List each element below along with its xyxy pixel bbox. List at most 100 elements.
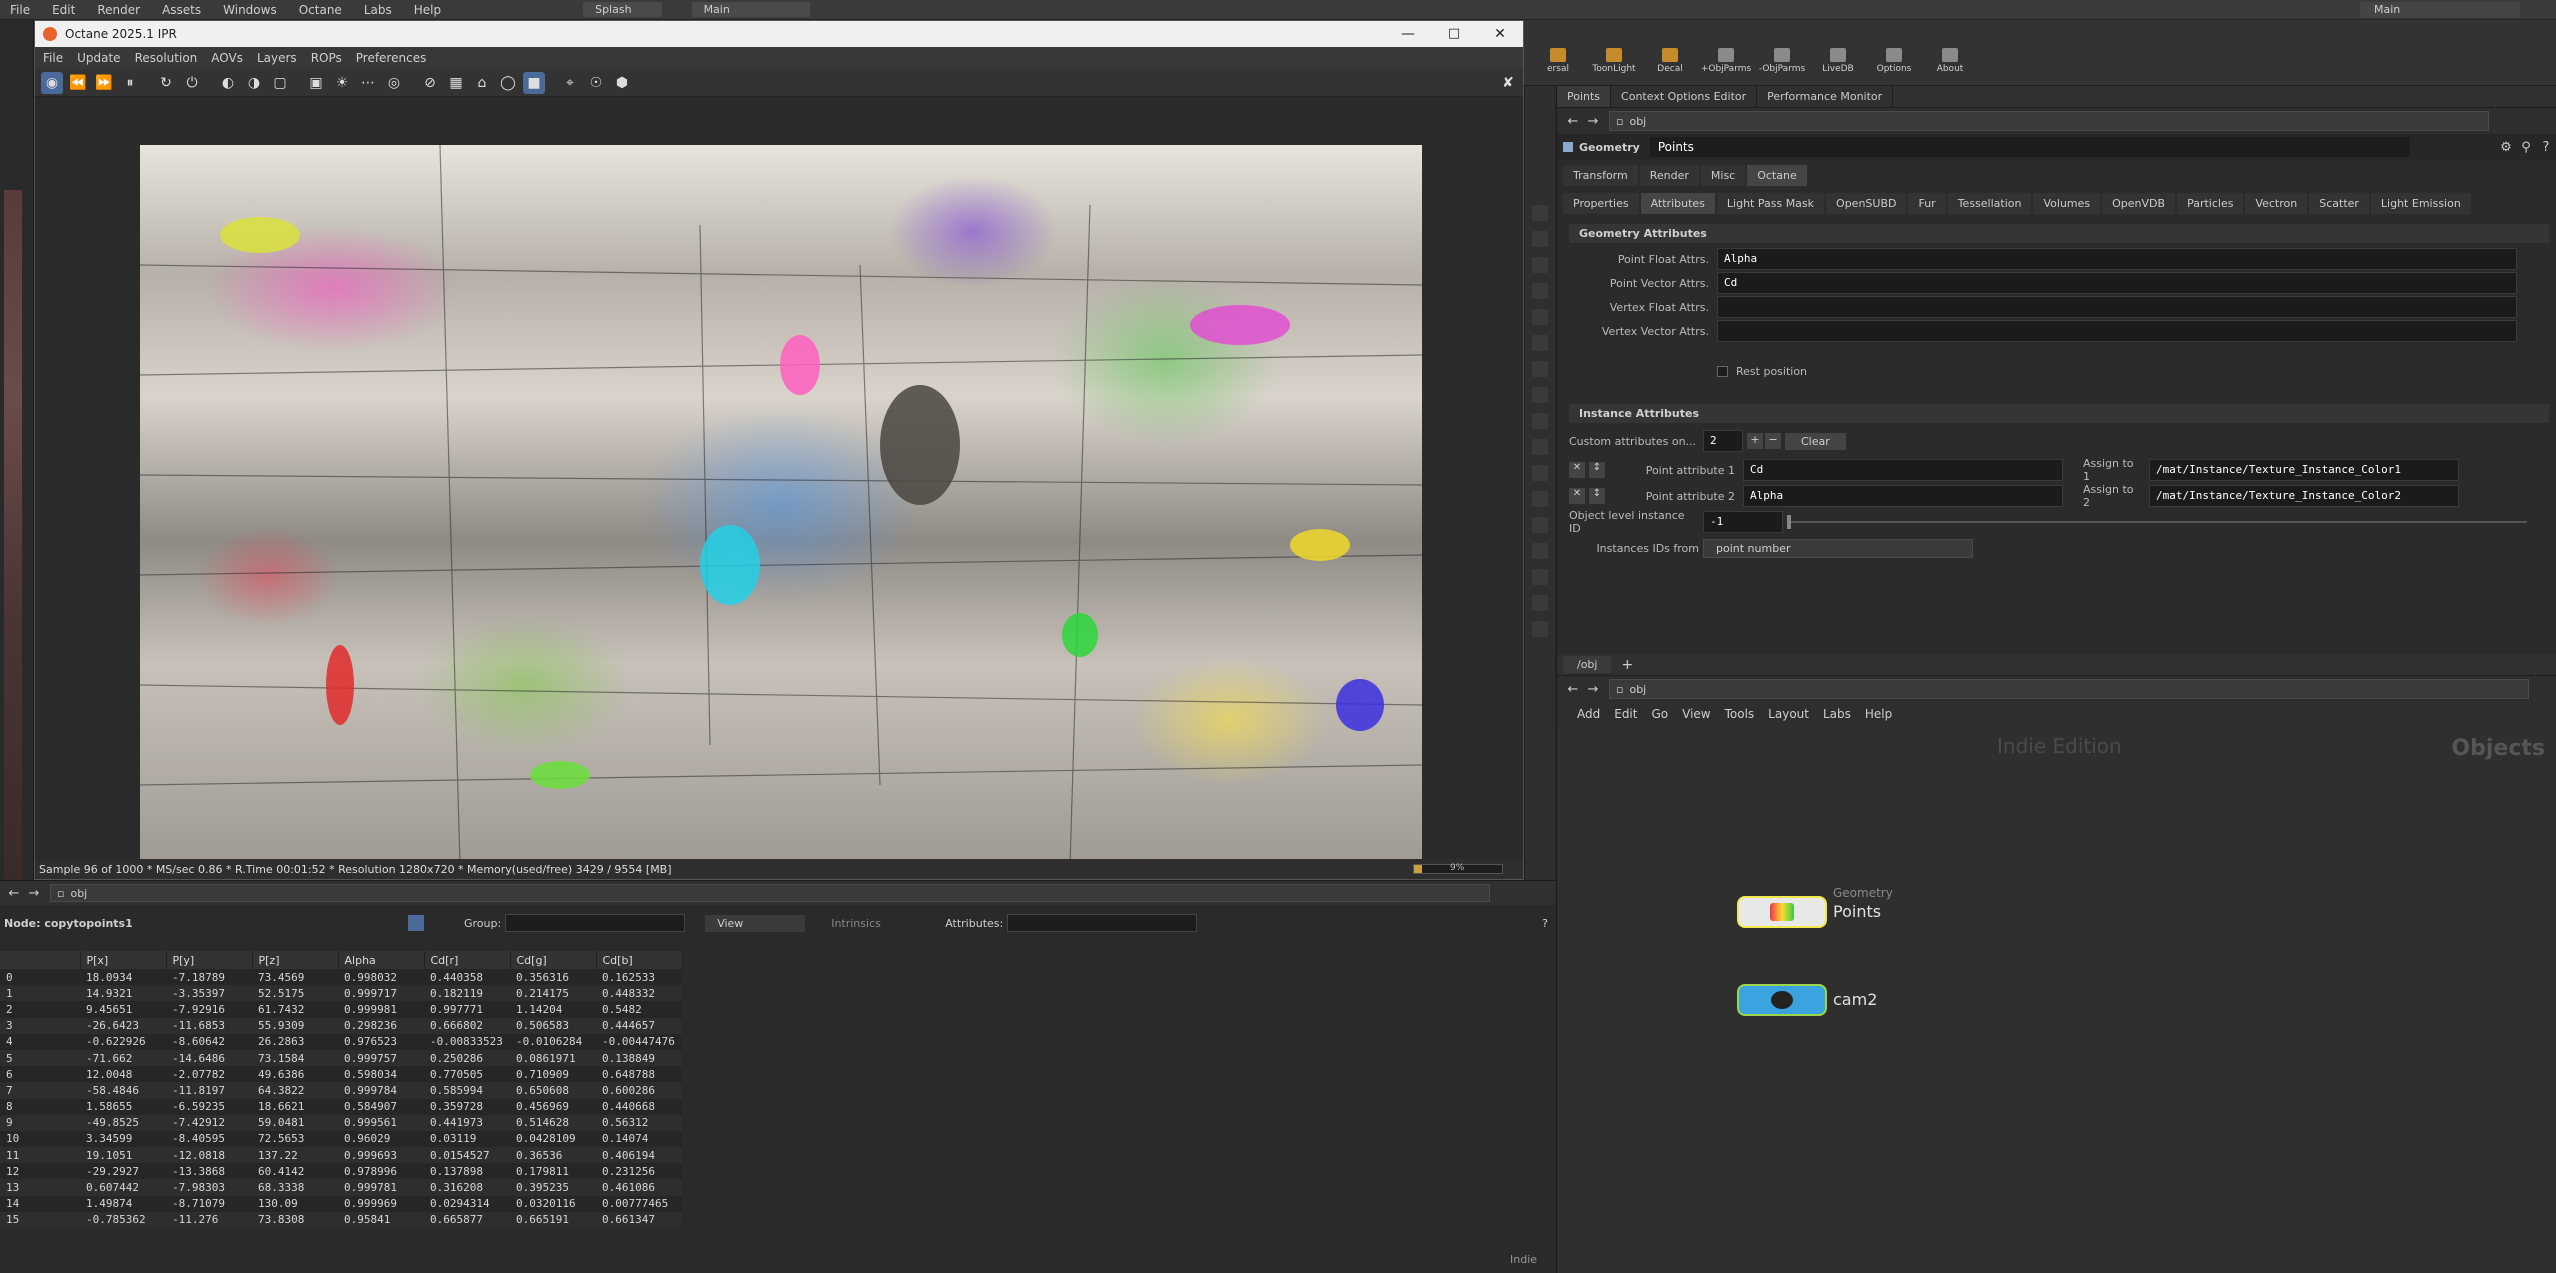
select-tool-icon[interactable] <box>1531 205 1548 221</box>
table-row[interactable]: 8 1.58655 -6.59235 18.6621 0.584907 0.359728 0… <box>0 1098 682 1115</box>
param-subtab-properties[interactable]: Properties <box>1563 192 1639 214</box>
ss-intrinsics-dropdown[interactable]: Intrinsics <box>825 915 935 932</box>
houdini-menu-file[interactable]: File <box>10 3 30 17</box>
handle-tool-icon[interactable] <box>1531 309 1548 325</box>
ss-column-header[interactable]: P[y] <box>166 951 253 969</box>
param-subtab-particles[interactable]: Particles <box>2177 192 2244 214</box>
close-icon[interactable]: ✕ <box>1477 26 1523 42</box>
param-subtab-fur[interactable]: Fur <box>1908 192 1946 214</box>
node-points[interactable]: Geometry Points <box>1737 886 1893 928</box>
houdini-menu-assets[interactable]: Assets <box>162 3 201 17</box>
houdini-menu-render[interactable]: Render <box>97 3 140 17</box>
search-icon[interactable]: ⚲ <box>2516 137 2536 157</box>
table-row[interactable]: 9 -49.8525 -7.42912 59.0481 0.999561 0.441973… <box>0 1114 682 1131</box>
assign-1-field[interactable]: /mat/Instance/Texture_Instance_Color1 <box>2149 459 2459 481</box>
channel-icon[interactable]: ◑ <box>243 72 265 94</box>
target-icon[interactable]: ◎ <box>383 72 405 94</box>
houdini-menu-octane[interactable]: Octane <box>299 3 342 17</box>
camera-tool-icon[interactable] <box>1531 387 1548 403</box>
ss-column-header[interactable]: Alpha <box>338 951 425 969</box>
ss-points-mode-icon[interactable] <box>408 915 424 931</box>
table-row[interactable]: 10 3.34599 -8.40595 72.5653 0.96029 0.03119 0.… <box>0 1130 682 1148</box>
ghost-icon[interactable] <box>1531 595 1548 611</box>
table-row[interactable]: 14 1.49874 -8.71079 130.09 0.999969 0.0294314… <box>0 1195 682 1212</box>
houdini-menu-labs[interactable]: Labs <box>364 3 392 17</box>
point-float-field[interactable]: Alpha <box>1717 248 2517 270</box>
pause-icon[interactable]: ⏸ <box>119 72 141 94</box>
move-tool-icon[interactable] <box>1531 231 1548 247</box>
light-tool-icon[interactable] <box>1531 335 1548 351</box>
shelf-tool-objparms[interactable]: -ObjParms <box>1754 48 1810 74</box>
pane-tab-points[interactable]: Points <box>1557 86 1612 107</box>
table-row[interactable]: 11 19.1051 -12.0818 137.22 0.999693 0.0154527… <box>0 1147 682 1164</box>
vertex-float-field[interactable] <box>1717 296 2517 318</box>
octane-menu-preferences[interactable]: Preferences <box>356 51 427 65</box>
forward-arrow-icon[interactable]: → <box>1583 111 1603 131</box>
no-icon[interactable]: ⊘ <box>419 72 441 94</box>
table-row[interactable]: 4 -0.622926 -8.60642 26.2863 0.976523 -0.0083… <box>0 1033 682 1050</box>
table-row[interactable]: 5 -71.662 -14.6486 73.1584 0.999757 0.250286 0… <box>0 1049 682 1067</box>
render-region-icon[interactable] <box>1531 439 1548 455</box>
add-tab-icon[interactable]: + <box>1621 657 1633 673</box>
table-row[interactable]: 15 -0.785362 -11.276 73.8308 0.95841 0.665877… <box>0 1211 682 1228</box>
param-subtab-vectron[interactable]: Vectron <box>2245 192 2308 214</box>
network-menu-labs[interactable]: Labs <box>1823 707 1851 721</box>
custom-attrs-field[interactable]: 2 <box>1703 430 1743 452</box>
table-row[interactable]: 2 9.45651 -7.92916 61.7432 0.999981 0.997771 1… <box>0 1001 682 1018</box>
ss-help-icon[interactable]: ? <box>1542 917 1548 930</box>
ss-attributes-field[interactable] <box>1007 914 1198 932</box>
shelf-tool-objparms[interactable]: +ObjParms <box>1698 48 1754 74</box>
table-row[interactable]: 1 14.9321 -3.35397 52.5175 0.999717 0.182119 0… <box>0 985 682 1002</box>
shelf-tool-toonlight[interactable]: ToonLight <box>1586 48 1642 74</box>
snap-tool-icon[interactable] <box>1531 361 1548 377</box>
table-row[interactable]: 0 18.0934 -7.18789 73.4569 0.998032 0.440358 0… <box>0 969 682 986</box>
octane-menu-layers[interactable]: Layers <box>257 51 297 65</box>
display-options-icon[interactable] <box>1531 543 1548 559</box>
forward-icon[interactable]: ⏩ <box>93 72 115 94</box>
param-subtab-attributes[interactable]: Attributes <box>1640 192 1715 214</box>
ss-back-icon[interactable]: ← <box>4 883 24 903</box>
table-row[interactable]: 12 -29.2927 -13.3868 60.4142 0.978996 0.13789… <box>0 1163 682 1180</box>
home-icon[interactable]: ⌂ <box>471 72 493 94</box>
view-cam-icon[interactable]: ◉ <box>41 71 63 94</box>
network-canvas[interactable]: Indie Edition Objects Geometry Points ca… <box>1557 726 2556 1273</box>
houdini-menu-edit[interactable]: Edit <box>52 3 75 17</box>
point-vector-field[interactable]: Cd <box>1717 272 2517 294</box>
param-subtab-opensubd[interactable]: OpenSUBD <box>1826 192 1907 214</box>
desktop-selector[interactable]: Main <box>691 2 810 17</box>
disc-icon[interactable]: ◯ <box>497 72 519 94</box>
houdini-menu-help[interactable]: Help <box>414 3 441 17</box>
refresh-icon[interactable]: ↻ <box>155 72 177 94</box>
param-tab-render[interactable]: Render <box>1639 164 1699 186</box>
pivot-tool-icon[interactable] <box>1531 517 1548 533</box>
network-menu-layout[interactable]: Layout <box>1768 707 1809 721</box>
param-tab-octane[interactable]: Octane <box>1747 164 1807 186</box>
node-cam2[interactable]: cam2 <box>1737 984 1877 1016</box>
ss-view-dropdown[interactable]: View <box>705 914 806 932</box>
network-forward-icon[interactable]: → <box>1583 679 1603 699</box>
ss-column-header[interactable] <box>0 951 81 969</box>
octane-titlebar[interactable]: Octane 2025.1 IPR — □ ✕ <box>35 21 1523 47</box>
shelf-tool-decal[interactable]: Decal <box>1642 48 1698 74</box>
network-menu-help[interactable]: Help <box>1865 707 1892 721</box>
sun-icon[interactable]: ☀ <box>331 72 353 94</box>
shelf-tool-about[interactable]: About <box>1922 48 1978 74</box>
table-row[interactable]: 6 12.0048 -2.07782 49.6386 0.598034 0.770505 0… <box>0 1066 682 1083</box>
param-subtab-volumes[interactable]: Volumes <box>2033 192 2101 214</box>
assign-2-field[interactable]: /mat/Instance/Texture_Instance_Color2 <box>2149 485 2459 507</box>
octane-render-viewport[interactable] <box>35 97 1523 865</box>
pin-icon[interactable]: ✘ <box>1497 72 1519 94</box>
remove-row-2-icon[interactable]: ✕ <box>1569 488 1585 504</box>
pane-tab-performance-monitor[interactable]: Performance Monitor <box>1757 86 1894 107</box>
view-tool-icon[interactable] <box>1531 413 1548 429</box>
grid-icon[interactable]: ▦ <box>445 72 467 94</box>
shelf-tool-ersal[interactable]: ersal <box>1530 48 1586 74</box>
ss-column-header[interactable]: Cd[b] <box>596 951 683 969</box>
shelf-tool-options[interactable]: Options <box>1866 48 1922 74</box>
param-subtab-scatter[interactable]: Scatter <box>2309 192 2369 214</box>
rest-position-checkbox[interactable] <box>1717 365 1728 377</box>
network-menu-go[interactable]: Go <box>1651 707 1668 721</box>
octane-menu-aovs[interactable]: AOVs <box>211 51 243 65</box>
object-id-field[interactable]: -1 <box>1703 511 1783 533</box>
focus-icon[interactable]: ▣ <box>305 72 327 94</box>
